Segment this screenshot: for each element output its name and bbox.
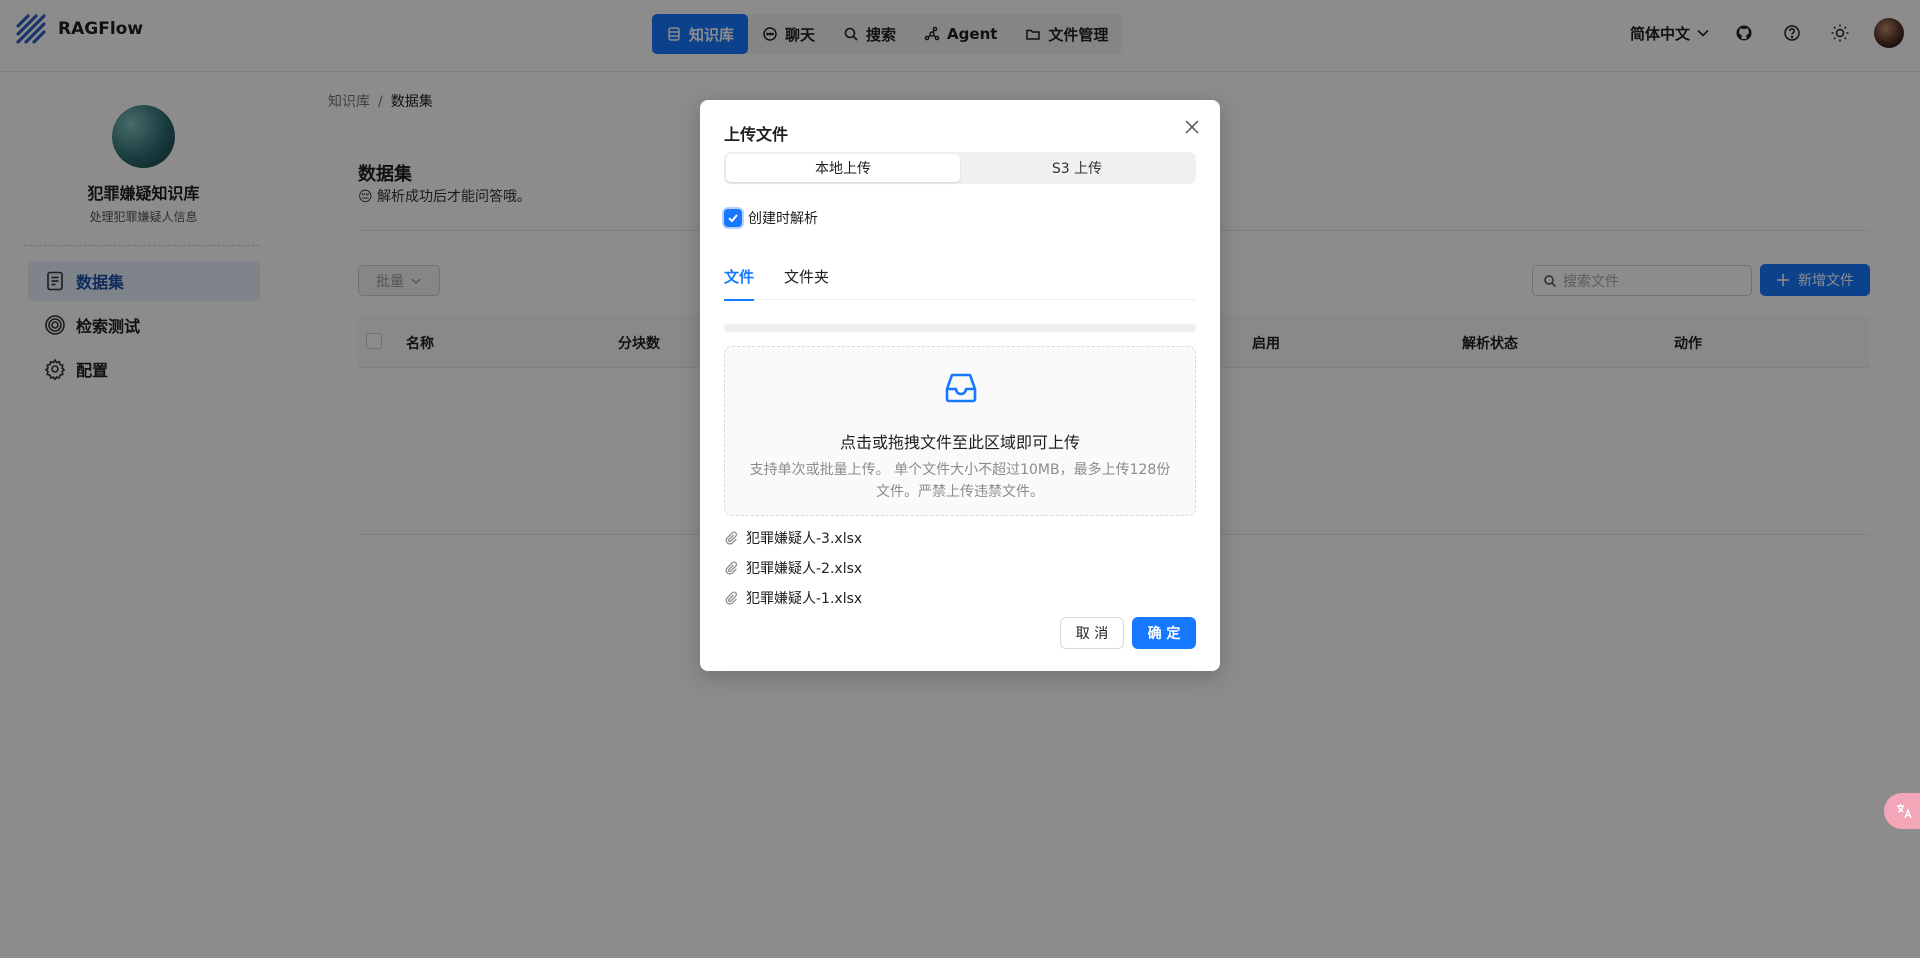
upload-dropzone[interactable]: 点击或拖拽文件至此区域即可上传 支持单次或批量上传。 单个文件大小不超过10MB… xyxy=(724,346,1196,516)
uploaded-file-item[interactable]: 犯罪嫌疑人-3.xlsx xyxy=(724,528,862,548)
upload-progress-bar xyxy=(724,324,1196,332)
upload-type-tabs: 文件 文件夹 xyxy=(724,260,1196,301)
confirm-button[interactable]: 确 定 xyxy=(1132,617,1196,649)
upload-source-switch: 本地上传 S3 上传 xyxy=(724,152,1196,184)
segment-s3-upload[interactable]: S3 上传 xyxy=(960,154,1194,182)
parse-on-create-option[interactable]: 创建时解析 xyxy=(724,208,818,228)
dropzone-hint: 支持单次或批量上传。 单个文件大小不超过10MB，最多上传128份文件。严禁上传… xyxy=(749,462,1171,500)
paperclip-icon xyxy=(725,561,737,575)
tab-file[interactable]: 文件 xyxy=(724,266,755,301)
translate-icon xyxy=(1897,804,1912,819)
parse-on-create-checkbox[interactable] xyxy=(724,209,742,227)
close-icon xyxy=(1185,120,1199,134)
cancel-button[interactable]: 取 消 xyxy=(1060,617,1124,649)
paperclip-icon xyxy=(725,591,737,605)
dropzone-title: 点击或拖拽文件至此区域即可上传 xyxy=(839,433,1080,452)
file-name: 犯罪嫌疑人-1.xlsx xyxy=(746,591,863,607)
uploaded-file-item[interactable]: 犯罪嫌疑人-2.xlsx xyxy=(724,558,862,578)
segment-local-upload[interactable]: 本地上传 xyxy=(726,154,960,182)
tab-folder[interactable]: 文件夹 xyxy=(784,266,829,299)
file-name: 犯罪嫌疑人-2.xlsx xyxy=(746,561,863,577)
inbox-icon xyxy=(945,373,977,403)
close-button[interactable] xyxy=(1182,117,1202,137)
translate-float-button[interactable] xyxy=(1884,793,1920,829)
dialog-title: 上传文件 xyxy=(724,125,789,144)
uploaded-file-item[interactable]: 犯罪嫌疑人-1.xlsx xyxy=(724,588,862,608)
checkbox-label: 创建时解析 xyxy=(748,211,818,227)
upload-file-dialog: 上传文件 本地上传 S3 上传 创建时解析 文件 文件夹 点击或拖拽文件至此区域… xyxy=(700,100,1220,671)
file-name: 犯罪嫌疑人-3.xlsx xyxy=(746,531,863,547)
paperclip-icon xyxy=(725,531,737,545)
check-icon xyxy=(728,214,738,223)
